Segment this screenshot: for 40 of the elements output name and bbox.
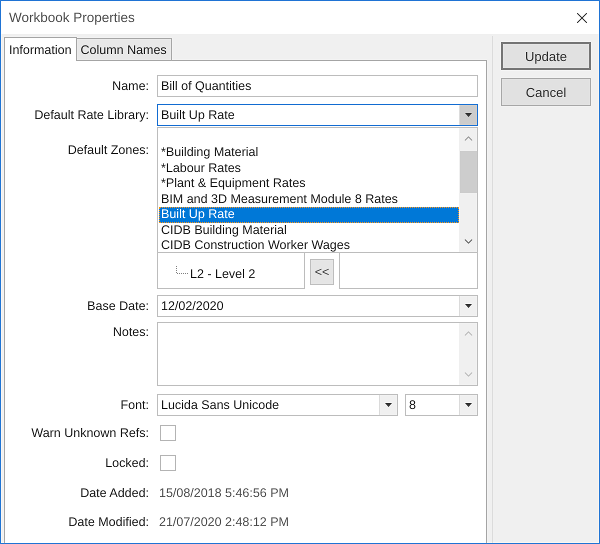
tree-item[interactable]: L2 - Level 2 — [188, 267, 256, 281]
dropdown-option[interactable]: Built Up Rate — [159, 207, 459, 222]
dropdown-arrow-icon — [385, 403, 392, 407]
dropdown-option[interactable]: CIDB Construction Worker Wages — [159, 238, 459, 254]
window-title: Workbook Properties — [9, 10, 135, 25]
rate-library-dropdown[interactable]: Built Up Rate — [157, 104, 478, 126]
dropdown-option[interactable]: BIM and 3D Measurement Module 8 Rates — [159, 192, 459, 207]
dialog-button[interactable]: Cancel — [501, 78, 591, 106]
tab[interactable]: Information — [4, 37, 77, 61]
tab[interactable]: Column Names — [76, 38, 172, 60]
checkbox[interactable] — [160, 455, 176, 471]
field-label: Date Added: — [79, 486, 149, 500]
tree-connector-icon — [176, 266, 188, 274]
dropdown-arrow-icon — [465, 113, 472, 117]
dropdown-option[interactable]: CIDB Building Material — [159, 222, 459, 238]
field-label: Notes: — [112, 324, 149, 339]
dropdown-option[interactable]: *Building Material — [159, 145, 459, 160]
field-label: Default Rate Library: — [33, 108, 149, 122]
dropdown-option[interactable]: *Plant & Equipment Rates — [159, 176, 459, 192]
name-field[interactable]: Bill of Quantities — [157, 75, 478, 97]
font-dropdown[interactable]: Lucida Sans Unicode — [157, 394, 398, 416]
dropdown-arrow-icon — [465, 403, 472, 407]
field-label: Locked: — [104, 456, 149, 470]
dropdown-arrow-icon — [465, 304, 472, 308]
notes-field[interactable] — [157, 322, 478, 386]
move-left-button[interactable]: << — [310, 259, 334, 285]
checkbox[interactable] — [160, 425, 176, 441]
field-label: Base Date: — [86, 299, 149, 313]
date-dropdown[interactable]: 12/02/2020 — [157, 295, 478, 317]
date-value: 21/07/2020 2:48:12 PM — [158, 514, 289, 528]
field-label: Name: — [111, 79, 149, 93]
scrollbar[interactable] — [459, 128, 477, 252]
dialog-button[interactable]: Update — [501, 42, 591, 70]
date-value: 15/08/2018 5:46:56 PM — [158, 486, 289, 500]
field-label: Warn Unknown Refs: — [30, 426, 149, 440]
dropdown-option[interactable]: *Labour Rates — [159, 160, 459, 176]
field-label: Default Zones: — [66, 142, 149, 157]
font-size-dropdown[interactable]: 8 — [405, 394, 478, 416]
field-label: Date Modified: — [67, 514, 149, 528]
field-label: Font: — [120, 398, 149, 412]
